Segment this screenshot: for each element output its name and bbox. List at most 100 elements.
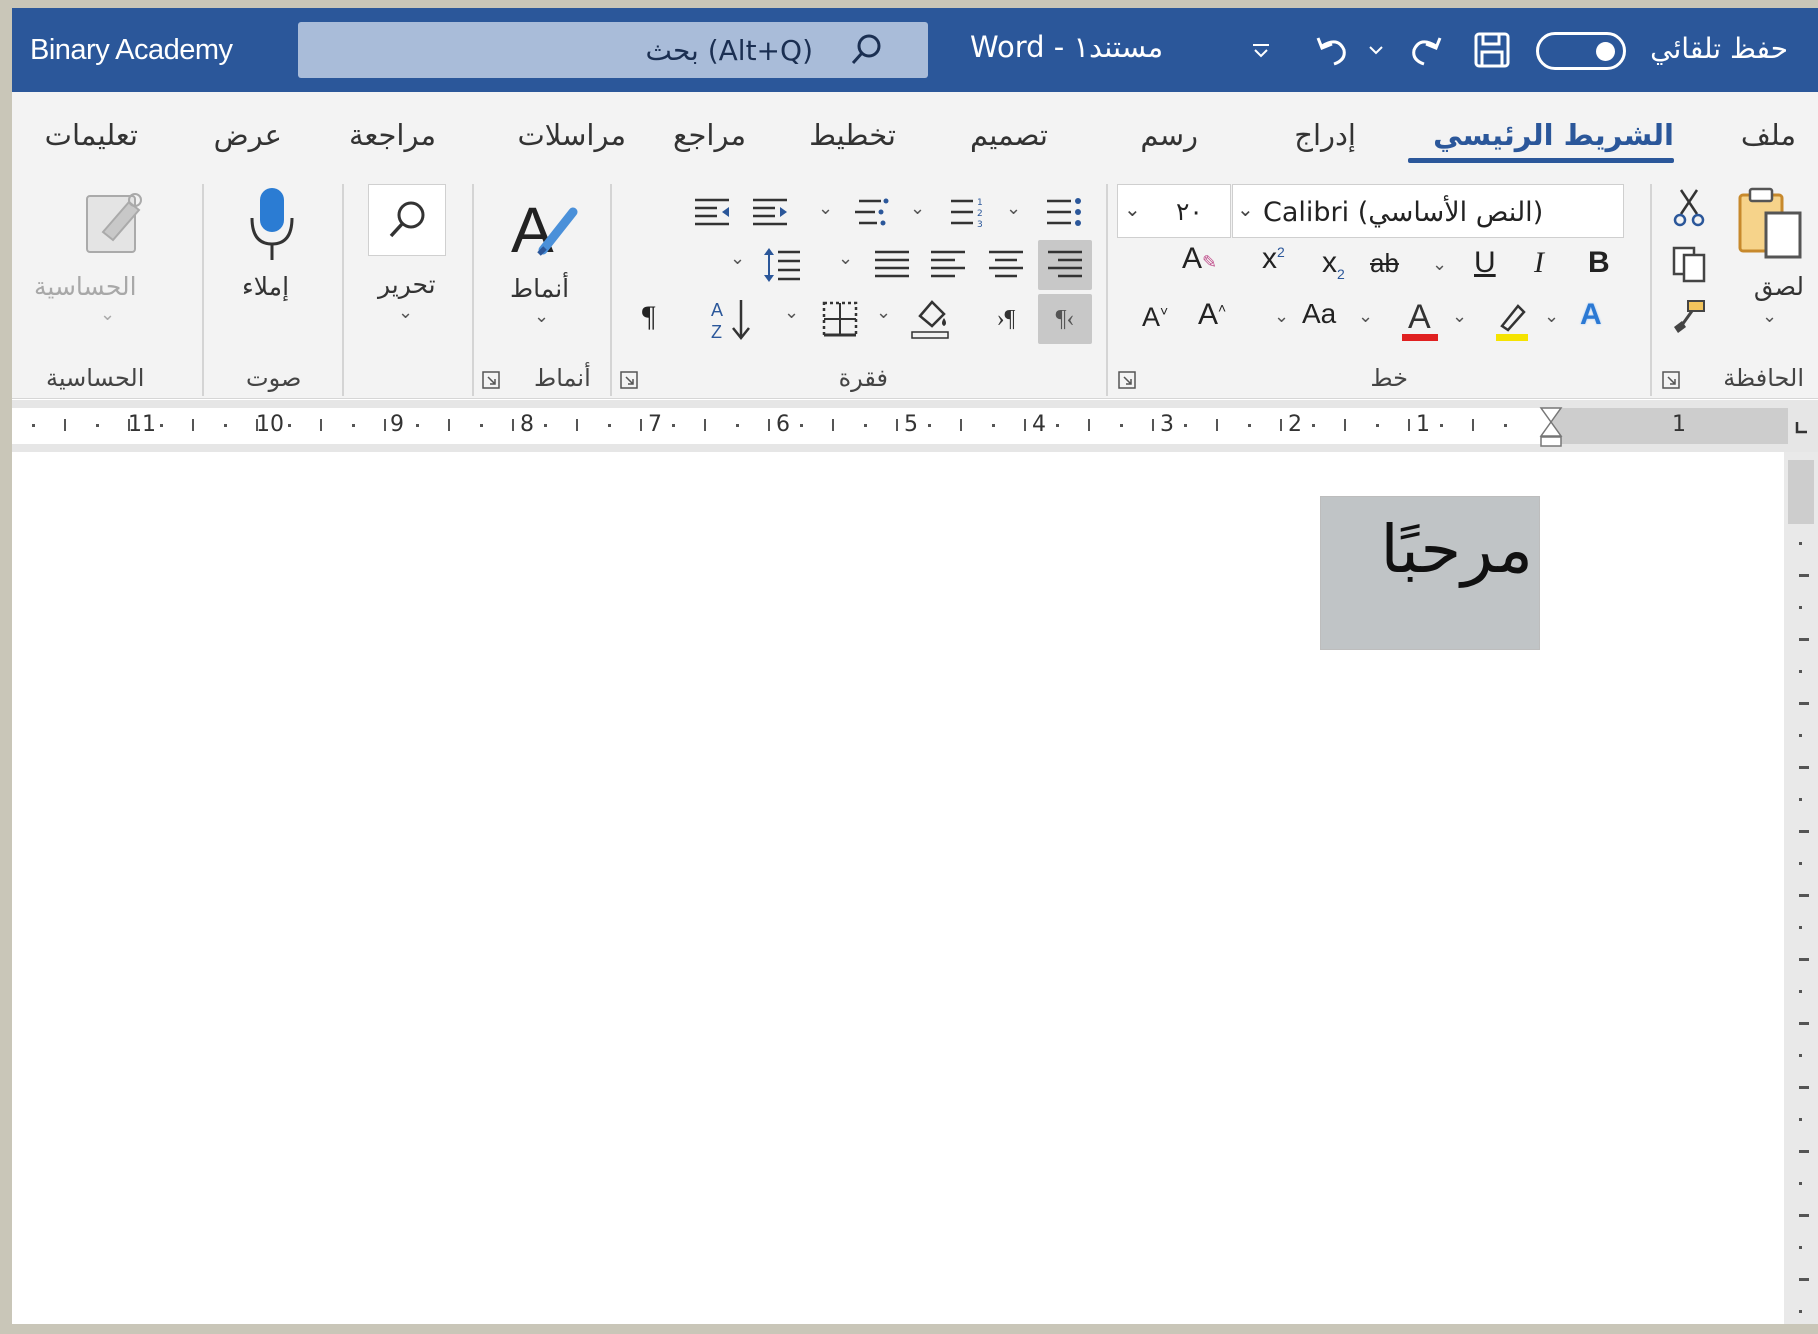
justify-icon[interactable]: [868, 240, 916, 290]
clear-formatting-icon[interactable]: A✎: [1182, 242, 1217, 276]
borders-chevron-icon[interactable]: ⌄: [784, 302, 799, 323]
paste-chevron-icon[interactable]: ⌄: [1762, 306, 1777, 327]
increase-indent-icon[interactable]: [690, 192, 734, 232]
line-spacing-chevron-icon[interactable]: ⌄: [730, 248, 745, 269]
editing-chevron-icon[interactable]: ⌄: [398, 302, 413, 323]
bold-icon[interactable]: B: [1588, 246, 1610, 280]
numbering-chevron-icon[interactable]: ⌄: [910, 198, 925, 219]
text-effects-chevron-icon[interactable]: ⌄: [1544, 306, 1559, 327]
tab-selector-icon[interactable]: [1790, 416, 1812, 440]
clipboard-dialog-launcher-icon[interactable]: [1662, 371, 1680, 389]
format-painter-icon[interactable]: [1668, 294, 1710, 338]
autosave-toggle[interactable]: [1536, 32, 1626, 70]
ruler-number: 2: [1288, 412, 1302, 437]
tab-review[interactable]: مراجعة: [349, 118, 436, 152]
undo-dropdown-chevron-icon[interactable]: [1364, 26, 1388, 74]
bullets-icon[interactable]: [1042, 192, 1086, 232]
paste-label[interactable]: لصق: [1754, 272, 1804, 301]
document-text[interactable]: مرحبًا: [1380, 511, 1533, 588]
styles-button-label[interactable]: أنماط: [510, 274, 569, 303]
indent-marker-icon[interactable]: [1538, 406, 1564, 448]
shrink-font-icon[interactable]: A˅: [1142, 302, 1168, 333]
tab-help[interactable]: تعليمات: [45, 118, 138, 152]
redo-icon[interactable]: [1402, 26, 1450, 74]
change-case-chevron-icon[interactable]: ⌄: [1274, 306, 1289, 327]
ruler-tick: [1504, 424, 1507, 427]
tab-mailings[interactable]: مراسلات: [518, 118, 627, 152]
sensitivity-group-label: الحساسية: [46, 364, 145, 392]
text-box[interactable]: مرحبًا: [1320, 496, 1540, 650]
decrease-indent-icon[interactable]: [748, 192, 792, 232]
font-name-box[interactable]: Calibri (النص الأساسي) ⌄: [1232, 184, 1624, 238]
shading-icon[interactable]: [906, 292, 954, 344]
cut-icon[interactable]: [1668, 186, 1710, 230]
copy-icon[interactable]: [1668, 242, 1710, 286]
vertical-ruler[interactable]: [1784, 452, 1818, 1324]
text-effects-icon[interactable]: A: [1580, 298, 1602, 332]
align-center-icon[interactable]: [982, 240, 1030, 290]
microphone-icon[interactable]: [234, 182, 310, 266]
justify-chevron-icon[interactable]: ⌄: [838, 248, 853, 269]
underline-icon[interactable]: U: [1474, 246, 1496, 280]
save-icon[interactable]: [1468, 26, 1516, 74]
multilevel-list-icon[interactable]: [850, 192, 894, 232]
ruler-tick: [416, 424, 419, 427]
numbering-icon[interactable]: 123: [946, 192, 990, 232]
tab-design[interactable]: تصميم: [970, 118, 1048, 152]
search-box[interactable]: (Alt+Q) بحث: [298, 22, 928, 78]
styles-icon[interactable]: A: [500, 188, 590, 272]
sort-icon[interactable]: AZ: [706, 292, 756, 346]
styles-dialog-launcher-icon[interactable]: [482, 371, 500, 389]
borders-icon[interactable]: [816, 294, 864, 344]
tab-file[interactable]: ملف: [1741, 118, 1796, 152]
sensitivity-label[interactable]: الحساسية: [34, 272, 137, 301]
ruler-tick: [832, 419, 834, 431]
italic-icon[interactable]: I: [1534, 246, 1544, 280]
strikethrough-icon[interactable]: ab: [1370, 248, 1399, 279]
subscript-icon[interactable]: x2: [1322, 246, 1345, 282]
tab-insert[interactable]: إدراج: [1294, 118, 1356, 152]
sensitivity-icon[interactable]: [74, 184, 156, 260]
sensitivity-chevron-icon[interactable]: ⌄: [100, 304, 115, 325]
multilevel-chevron-icon[interactable]: ⌄: [818, 198, 833, 219]
align-right-icon[interactable]: [1038, 240, 1092, 290]
ruler-tick: [576, 419, 578, 431]
underline-chevron-icon[interactable]: ⌄: [1432, 254, 1447, 275]
font-color-icon[interactable]: A: [1396, 294, 1444, 344]
editing-label[interactable]: تحرير: [378, 270, 436, 299]
tab-references[interactable]: مراجع: [673, 118, 746, 152]
ltr-direction-icon[interactable]: ›¶: [982, 294, 1030, 344]
change-case-icon[interactable]: Aa: [1302, 298, 1336, 330]
paste-icon[interactable]: [1732, 184, 1808, 264]
show-formatting-marks-icon[interactable]: ¶: [642, 300, 656, 334]
undo-icon[interactable]: [1308, 26, 1356, 74]
grow-font-icon[interactable]: A˄: [1198, 298, 1226, 332]
font-size-chevron-icon[interactable]: ⌄: [1124, 197, 1141, 221]
tab-draw[interactable]: رسم: [1140, 118, 1198, 152]
highlight-chevron-icon[interactable]: ⌄: [1452, 306, 1467, 327]
autosave-label: حفظ تلقائي: [1650, 32, 1788, 65]
tab-layout[interactable]: تخطيط: [809, 118, 896, 152]
line-spacing-icon[interactable]: [758, 240, 806, 290]
bullets-chevron-icon[interactable]: ⌄: [1006, 198, 1021, 219]
font-color-chevron-icon[interactable]: ⌄: [1358, 306, 1373, 327]
highlight-color-icon[interactable]: [1488, 296, 1536, 344]
font-size-box[interactable]: ٢٠ ⌄: [1117, 184, 1231, 238]
superscript-icon[interactable]: x2: [1262, 242, 1285, 276]
shading-chevron-icon[interactable]: ⌄: [876, 302, 891, 323]
tab-home[interactable]: الشريط الرئيسي: [1433, 118, 1674, 152]
paragraph-dialog-launcher-icon[interactable]: [620, 371, 638, 389]
find-icon[interactable]: [368, 184, 446, 256]
font-dialog-launcher-icon[interactable]: [1118, 371, 1136, 389]
horizontal-ruler[interactable]: 1 1 2 3 4 5 6 7 8 9 10 11: [12, 400, 1818, 452]
document-page[interactable]: مرحبًا: [12, 452, 1784, 1324]
font-name-chevron-icon[interactable]: ⌄: [1237, 197, 1254, 221]
styles-chevron-icon[interactable]: ⌄: [534, 306, 549, 327]
align-left-icon[interactable]: [924, 240, 972, 290]
tab-view[interactable]: عرض: [214, 118, 282, 152]
customize-qat-icon[interactable]: [1246, 26, 1276, 74]
rtl-direction-icon[interactable]: ¶‹: [1038, 294, 1092, 344]
dictate-label[interactable]: إملاء: [242, 272, 289, 301]
account-name[interactable]: Binary Academy: [30, 34, 233, 67]
ruler-tick: [1799, 1118, 1802, 1121]
